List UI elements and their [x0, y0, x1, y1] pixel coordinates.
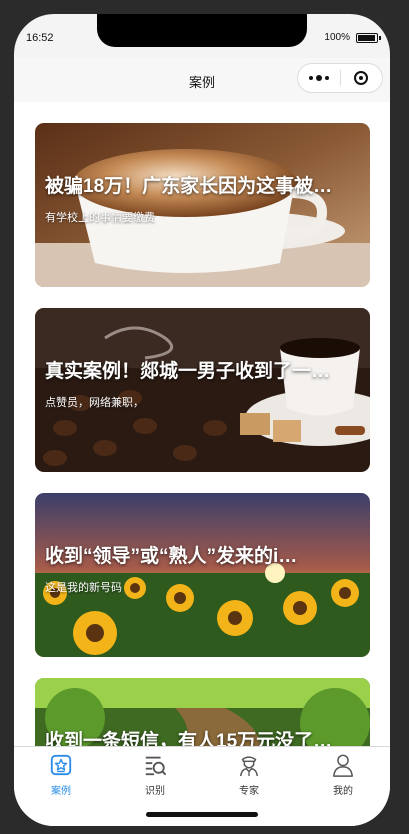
coffee-cup-image — [35, 123, 370, 287]
identify-icon — [145, 756, 167, 776]
card-subtitle: 这是我的新号码 — [45, 582, 122, 594]
card-title: 收到一条短信，有人15万元没了… — [45, 731, 333, 746]
status-time: 16:52 — [26, 32, 54, 44]
case-card[interactable]: 收到一条短信，有人15万元没了… — [35, 678, 370, 746]
case-card[interactable]: 收到“领导”或“熟人”发来的i… 这是我的新号码 — [35, 493, 370, 657]
sunflower-field-image — [35, 493, 370, 657]
status-right: 100% — [324, 32, 381, 43]
tab-case[interactable]: 案例 — [14, 753, 108, 797]
case-card[interactable]: 被骗18万！广东家长因为这事被… 有学校上的事情要缴费 — [35, 123, 370, 287]
card-title: 真实案例！郯城一男子收到了一… — [45, 361, 331, 382]
tab-identify[interactable]: 识别 — [108, 753, 202, 797]
close-button[interactable] — [341, 71, 383, 85]
card-subtitle: 有学校上的事情要缴费 — [45, 212, 155, 224]
tab-identify-label: 识别 — [145, 786, 165, 797]
coffee-beans-image — [35, 308, 370, 472]
home-indicator — [146, 812, 258, 817]
card-title: 被骗18万！广东家长因为这事被… — [45, 176, 333, 197]
profile-icon — [333, 754, 353, 777]
phone-frame: 16:52 100% 案例 被骗18万！广东家长因为这事被… 有学校上的事情要缴… — [14, 14, 390, 826]
tab-expert[interactable]: 专家 — [202, 753, 296, 797]
tab-expert-label: 专家 — [239, 786, 259, 797]
battery-percent: 100% — [324, 32, 350, 43]
expert-icon — [239, 756, 259, 777]
more-button[interactable] — [298, 75, 340, 81]
tab-case-label: 案例 — [51, 786, 71, 797]
case-card[interactable]: 真实案例！郯城一男子收到了一… 点赞员，网络兼职， — [35, 308, 370, 472]
mini-program-capsule — [297, 63, 383, 93]
case-list: 被骗18万！广东家长因为这事被… 有学校上的事情要缴费 真实案例！郯城一男子收到… — [14, 102, 390, 746]
card-title: 收到“领导”或“熟人”发来的i… — [45, 546, 298, 567]
device-notch — [97, 14, 307, 47]
nav-bar: 案例 — [14, 58, 390, 102]
battery-icon — [356, 32, 381, 43]
card-subtitle: 点赞员，网络兼职， — [45, 397, 144, 409]
case-icon — [50, 754, 72, 776]
close-icon — [354, 71, 369, 85]
tab-profile[interactable]: 我的 — [296, 753, 390, 797]
tab-profile-label: 我的 — [333, 786, 353, 797]
